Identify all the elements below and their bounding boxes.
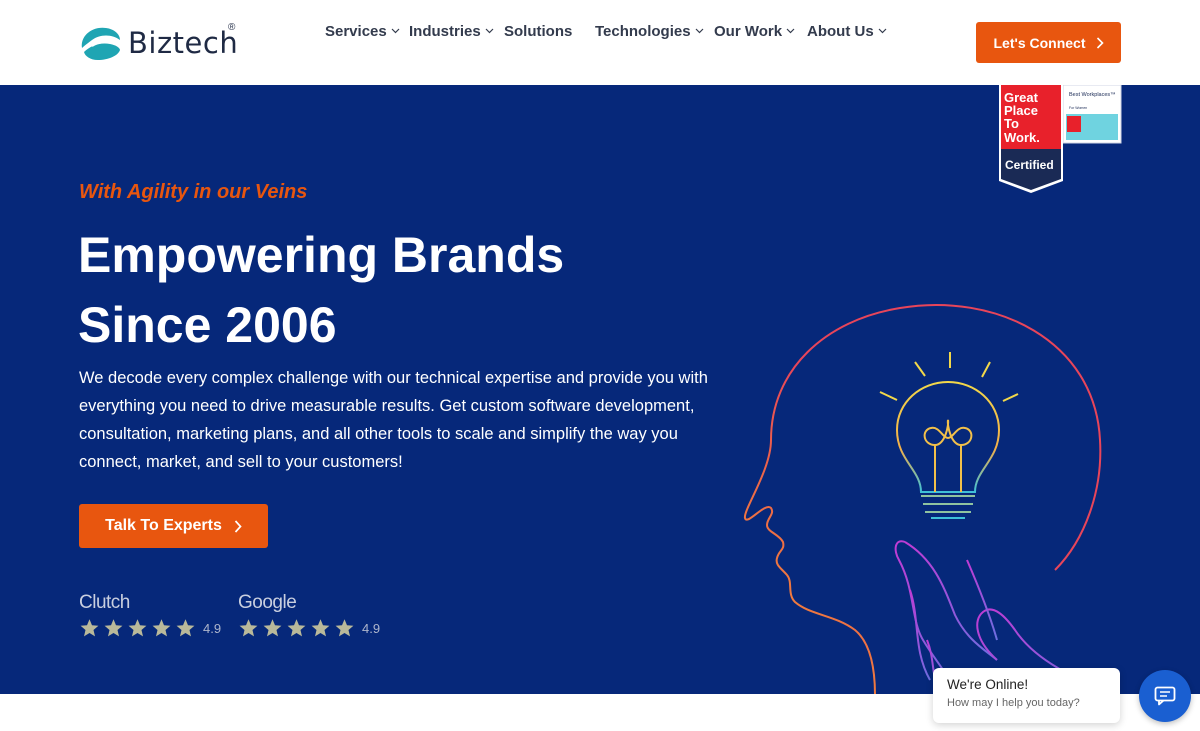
- brand-logo[interactable]: Biztech ®: [78, 22, 238, 64]
- head-lightbulb-illustration: [743, 304, 1121, 694]
- great-place-to-work-badge[interactable]: Best Workplaces™ For Women Great Place T…: [999, 85, 1123, 195]
- star-icon: [128, 619, 147, 637]
- chevron-down-icon: [878, 28, 887, 34]
- star-icon: [335, 619, 354, 637]
- nav-item-label: About Us: [807, 22, 874, 40]
- chat-greeting-bubble[interactable]: We're Online! How may I help you today?: [933, 668, 1120, 723]
- star-icon: [176, 619, 195, 637]
- badge-side-sub: For Women: [1069, 106, 1087, 110]
- lets-connect-button[interactable]: Let's Connect: [976, 22, 1121, 63]
- chevron-down-icon: [485, 28, 494, 34]
- chat-icon: [1154, 686, 1176, 706]
- star-icon: [239, 619, 258, 637]
- nav-item-industries[interactable]: Industries: [409, 23, 494, 40]
- badge-certified: Certified: [1005, 158, 1054, 172]
- nav-item-solutions[interactable]: Solutions: [504, 23, 572, 40]
- nav-item-label: Services: [325, 22, 387, 40]
- biztech-logo-icon: [81, 27, 120, 60]
- star-icon: [287, 619, 306, 637]
- chevron-down-icon: [391, 28, 400, 34]
- star-icon: [152, 619, 171, 637]
- nav-item-technologies[interactable]: Technologies: [595, 23, 704, 40]
- badge-line-4: Work.: [1004, 130, 1040, 145]
- chevron-right-icon: [234, 519, 242, 533]
- clutch-rating[interactable]: Clutch 4.9: [79, 592, 221, 638]
- rating-value: 4.9: [203, 620, 222, 636]
- star-rating: 4.9: [79, 618, 221, 638]
- chat-title: We're Online!: [947, 677, 1029, 692]
- lets-connect-label: Let's Connect: [993, 34, 1086, 51]
- hero-section: Best Workplaces™ For Women Great Place T…: [0, 85, 1200, 694]
- chevron-right-icon: [1096, 36, 1104, 49]
- talk-to-experts-label: Talk To Experts: [105, 517, 222, 534]
- hero-tagline: With Agility in our Veins: [79, 181, 308, 203]
- badge-line-3: To: [1004, 116, 1019, 131]
- nav-item-label: Solutions: [504, 22, 573, 40]
- talk-to-experts-button[interactable]: Talk To Experts: [79, 504, 268, 548]
- badge-side-title: Best Workplaces™: [1069, 92, 1116, 98]
- registered-mark: ®: [228, 22, 236, 33]
- nav-item-label: Industries: [409, 22, 481, 40]
- nav-item-about-us[interactable]: About Us: [807, 23, 887, 40]
- chat-launcher-button[interactable]: [1139, 670, 1191, 722]
- star-icon: [311, 619, 330, 637]
- brand-name: Biztech: [128, 26, 239, 60]
- star-icon: [80, 619, 99, 637]
- chat-subtitle: How may I help you today?: [947, 697, 1080, 709]
- chevron-down-icon: [786, 28, 795, 34]
- clutch-logo: Clutch: [79, 592, 130, 613]
- nav-item-services[interactable]: Services: [325, 23, 400, 40]
- nav-item-label: Our Work: [714, 22, 783, 40]
- nav-item-label: Technologies: [595, 22, 691, 40]
- star-rating: 4.9: [238, 618, 380, 638]
- star-icon: [263, 619, 282, 637]
- star-icon: [104, 619, 123, 637]
- hero-headline: Empowering Brands Since 2006: [78, 220, 718, 360]
- site-header: Biztech ® Services Industries Solutions …: [0, 0, 1200, 85]
- headline-line-1: Empowering Brands: [78, 227, 565, 283]
- chevron-down-icon: [695, 28, 704, 34]
- nav-item-our-work[interactable]: Our Work: [714, 23, 795, 40]
- google-rating[interactable]: Google 4.9: [238, 592, 380, 638]
- hero-description: We decode every complex challenge with o…: [79, 369, 708, 471]
- headline-line-2: Since 2006: [78, 297, 337, 353]
- rating-value: 4.9: [362, 620, 381, 636]
- google-logo: Google: [238, 592, 297, 613]
